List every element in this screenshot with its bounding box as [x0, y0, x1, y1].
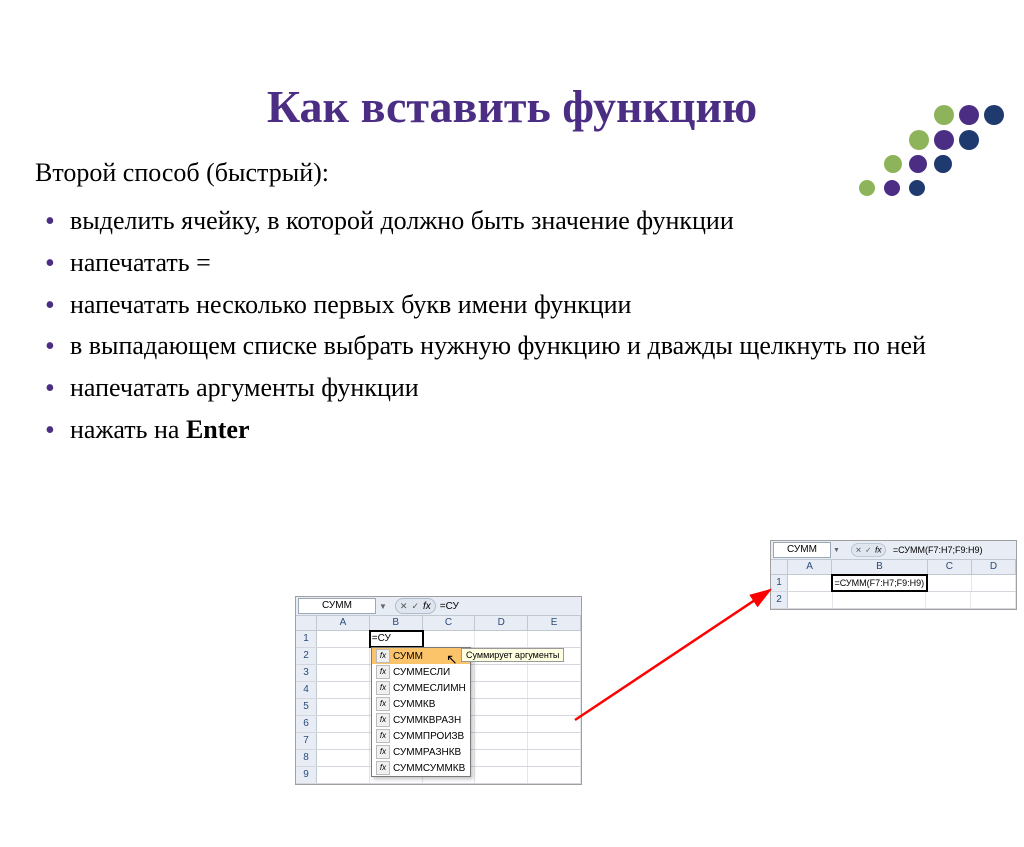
autocomplete-item: fxСУММРАЗНКВ — [372, 744, 470, 760]
autocomplete-item: fxСУММСУММКВ — [372, 760, 470, 776]
accept-icon: ✓ — [865, 545, 871, 554]
autocomplete-item: fxСУММЕСЛИМН — [372, 680, 470, 696]
row-header: 7 — [296, 733, 317, 749]
bullet-text: нажать на — [70, 415, 186, 444]
fx-button-group: ✕ ✓ fx — [851, 543, 886, 557]
autocomplete-label: СУММЕСЛИМН — [393, 683, 466, 694]
row-header: 2 — [771, 592, 788, 608]
function-tooltip: Суммирует аргументы — [461, 648, 564, 662]
row-header: 1 — [771, 575, 788, 591]
name-box: СУММ — [298, 598, 376, 614]
autocomplete-label: СУММКВ — [393, 699, 435, 710]
bullet-item: напечатать несколько первых букв имени ф… — [45, 288, 1024, 322]
col-header: D — [972, 560, 1016, 574]
accept-icon: ✓ — [411, 601, 419, 612]
autocomplete-label: СУММСУММКВ — [393, 763, 465, 774]
dropdown-icon: ▼ — [833, 547, 840, 554]
autocomplete-label: СУММПРОИЗВ — [393, 731, 464, 742]
col-header: D — [475, 616, 528, 630]
autocomplete-item: fxСУММКВ — [372, 696, 470, 712]
col-header: C — [928, 560, 972, 574]
fx-icon: fx — [376, 649, 390, 663]
row-header: 9 — [296, 767, 317, 783]
excel-screenshot-formula: СУММ ▼ ✕ ✓ fx =СУММ(F7:H7;F9:H9) A B C D… — [770, 540, 1017, 610]
formula-bar-row: СУММ ▼ ✕ ✓ fx =СУ — [296, 597, 581, 616]
excel-screenshot-autocomplete: СУММ ▼ ✕ ✓ fx =СУ A B C D E 1 =СУ 2 3 4 5… — [295, 596, 582, 785]
active-cell: =СУММ(F7:H7;F9:H9) — [832, 575, 927, 591]
fx-button-group: ✕ ✓ fx — [395, 598, 436, 614]
bullet-list: выделить ячейку, в которой должно быть з… — [45, 204, 1024, 447]
col-header: B — [832, 560, 928, 574]
bullet-item: выделить ячейку, в которой должно быть з… — [45, 204, 1024, 238]
row-header: 1 — [296, 631, 317, 647]
fx-icon: fx — [376, 761, 390, 775]
row-header: 2 — [296, 648, 317, 664]
col-header: C — [423, 616, 476, 630]
fx-icon: fx — [875, 545, 882, 554]
enter-key-label: Enter — [186, 415, 250, 444]
cursor-icon: ↖ — [446, 651, 458, 668]
col-header: E — [528, 616, 581, 630]
col-header: A — [788, 560, 832, 574]
corner-decoration — [859, 95, 1009, 195]
arrow-annotation — [560, 535, 790, 735]
row-header: 8 — [296, 750, 317, 766]
formula-bar-text: =СУММ(F7:H7;F9:H9) — [893, 545, 983, 555]
cancel-icon: ✕ — [855, 545, 861, 554]
row-header: 4 — [296, 682, 317, 698]
autocomplete-label: СУММЕСЛИ — [393, 667, 450, 678]
autocomplete-label: СУММКВРАЗН — [393, 715, 461, 726]
autocomplete-item: fxСУММКВРАЗН — [372, 712, 470, 728]
bullet-item: нажать на Enter — [45, 413, 1024, 447]
active-cell: =СУ — [370, 631, 423, 647]
formula-bar-text: =СУ — [440, 601, 459, 612]
col-header: A — [317, 616, 370, 630]
row-header: 3 — [296, 665, 317, 681]
bullet-item: напечатать аргументы функции — [45, 371, 1024, 405]
fx-icon: fx — [376, 729, 390, 743]
dropdown-icon: ▼ — [379, 602, 387, 611]
fx-icon: fx — [423, 601, 431, 612]
row-header: 6 — [296, 716, 317, 732]
name-box: СУММ — [773, 542, 831, 558]
autocomplete-label: СУММРАЗНКВ — [393, 747, 461, 758]
fx-icon: fx — [376, 713, 390, 727]
autocomplete-label: СУММ — [393, 651, 423, 662]
bullet-item: напечатать = — [45, 246, 1024, 280]
row-header: 5 — [296, 699, 317, 715]
col-header: B — [370, 616, 423, 630]
column-headers: A B C D — [771, 560, 1016, 575]
fx-icon: fx — [376, 681, 390, 695]
fx-icon: fx — [376, 745, 390, 759]
cancel-icon: ✕ — [400, 601, 408, 612]
formula-bar-row: СУММ ▼ ✕ ✓ fx =СУММ(F7:H7;F9:H9) — [771, 541, 1016, 560]
column-headers: A B C D E — [296, 616, 581, 631]
fx-icon: fx — [376, 697, 390, 711]
fx-icon: fx — [376, 665, 390, 679]
bullet-item: в выпадающем списке выбрать нужную функц… — [45, 329, 1024, 363]
autocomplete-item: fxСУММПРОИЗВ — [372, 728, 470, 744]
